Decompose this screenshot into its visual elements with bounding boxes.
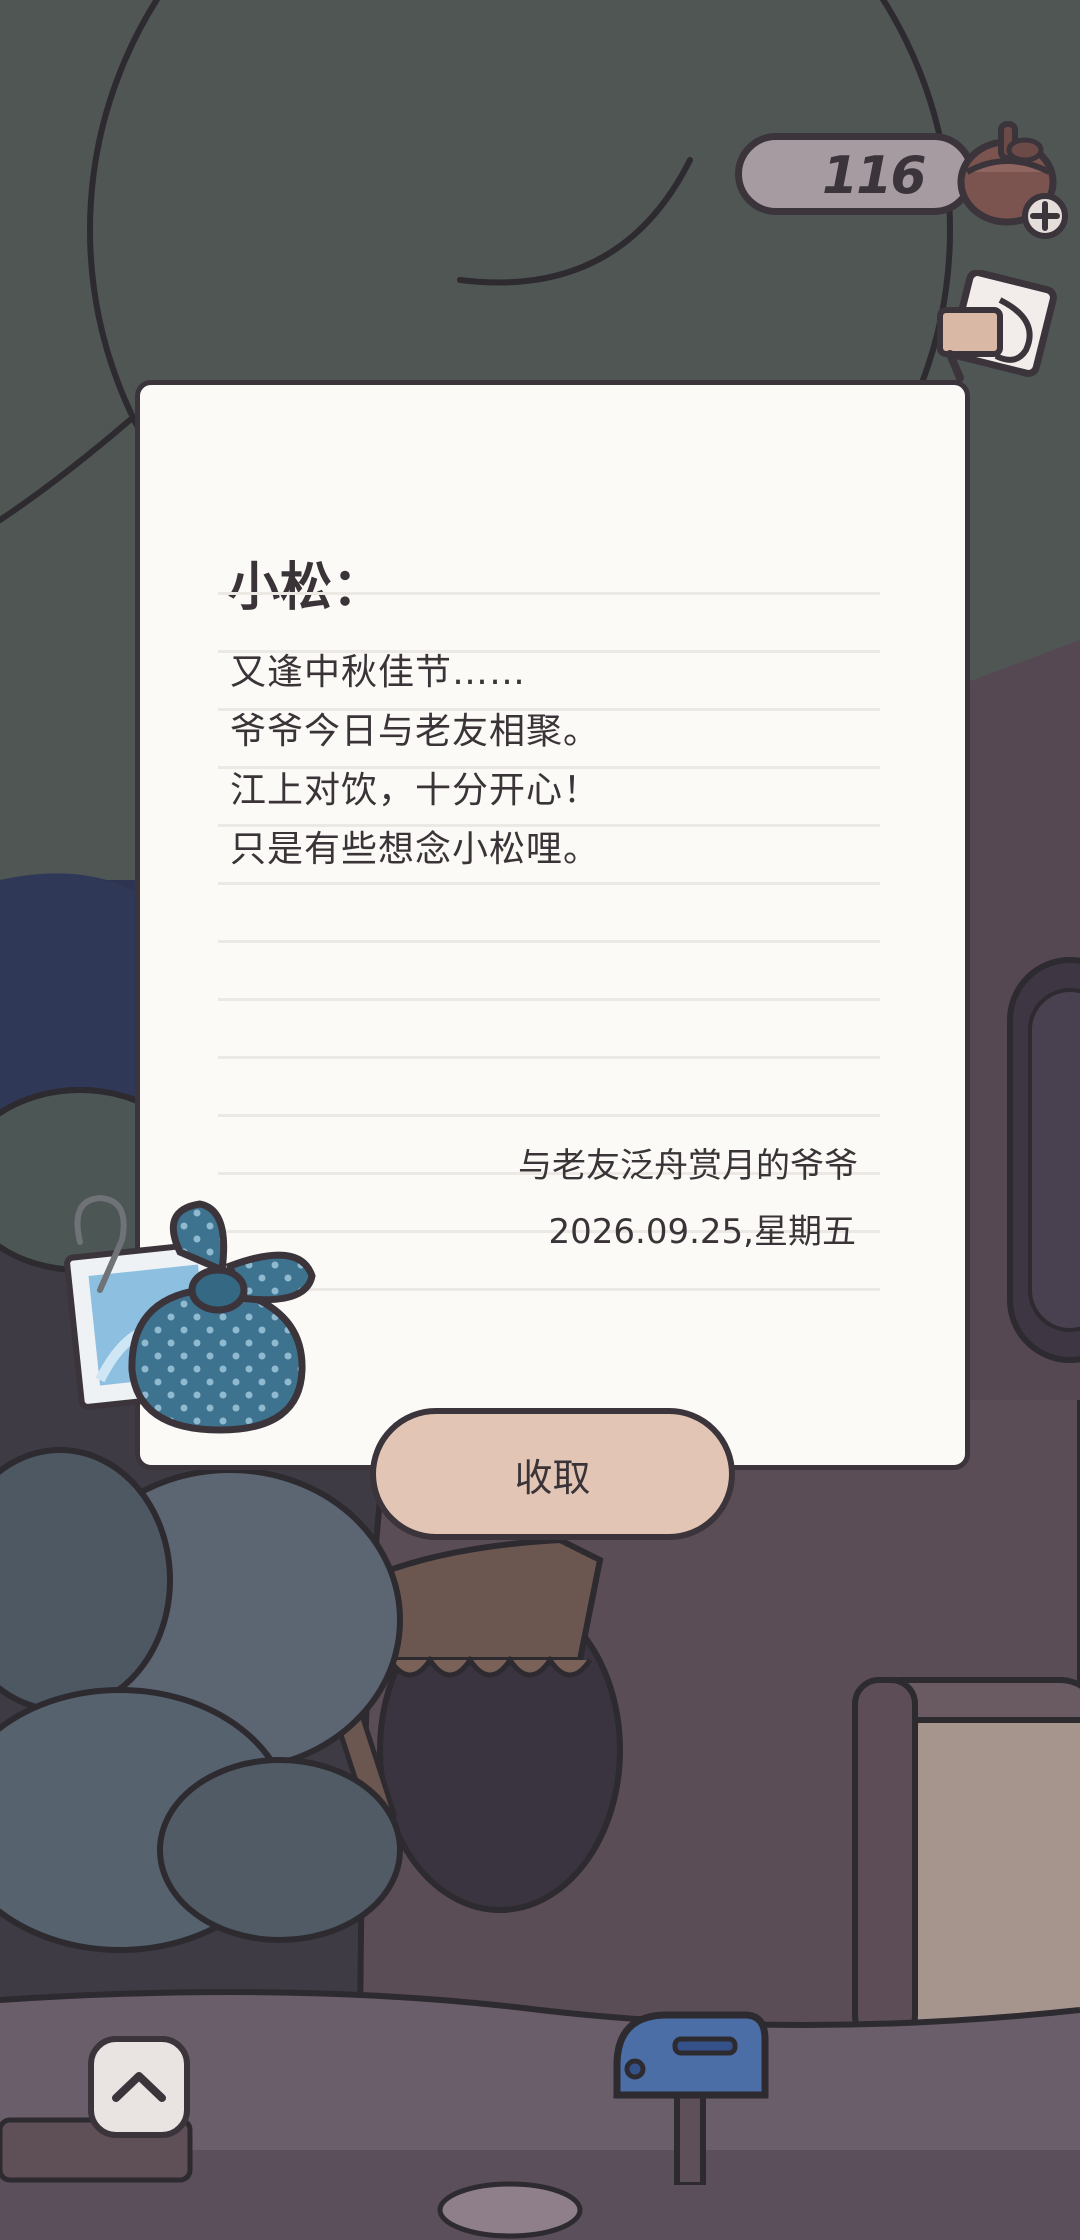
letter-rule	[218, 1114, 880, 1117]
letter-line: 江上对饮，十分开心！	[230, 770, 601, 811]
acorn-add-button[interactable]	[945, 110, 1075, 240]
letter-icon[interactable]	[930, 270, 1060, 390]
letter-rule	[218, 998, 880, 1001]
expand-menu-button[interactable]	[88, 2036, 190, 2138]
chevron-up-icon	[112, 2072, 166, 2102]
letter-line: 爷爷今日与老友相聚。	[230, 711, 601, 752]
mailbox-icon[interactable]	[605, 1995, 775, 2185]
letter-rule	[218, 592, 880, 595]
gift-bundle-icon[interactable]	[60, 1180, 340, 1440]
acorn-count: 116	[822, 146, 927, 206]
letter-greeting: 小松：	[228, 558, 385, 618]
letter-date: 2026.09.25,星期五	[548, 1212, 856, 1252]
letter-line: 只是有些想念小松哩。	[230, 829, 601, 870]
acorn-counter: 116	[735, 133, 975, 215]
collect-button-label: 收取	[514, 1455, 591, 1500]
letter-line: 又逢中秋佳节……	[230, 652, 527, 693]
collect-button[interactable]: 收取	[370, 1408, 735, 1540]
letter-rule	[218, 940, 880, 943]
letter-rule	[218, 882, 880, 885]
letter-signature: 与老友泛舟赏月的爷爷	[518, 1146, 858, 1186]
letter-rule	[218, 1056, 880, 1059]
plus-icon	[1022, 193, 1068, 239]
